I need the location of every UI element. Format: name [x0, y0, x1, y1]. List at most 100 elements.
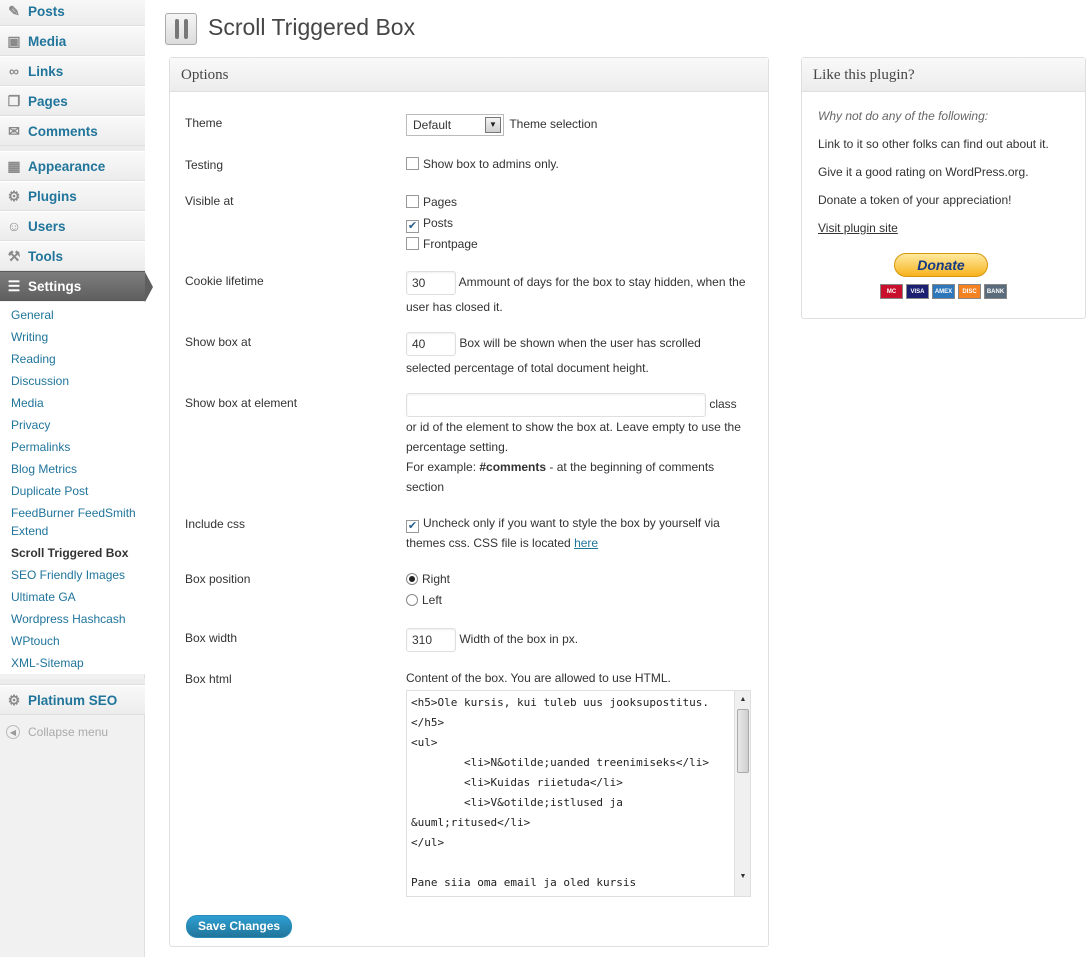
- submenu-xml-sitemap[interactable]: XML-Sitemap: [0, 652, 145, 674]
- submenu-feedburner[interactable]: FeedBurner FeedSmith Extend: [0, 502, 140, 542]
- menu-label: Settings: [28, 278, 82, 294]
- visible-pages-checkbox[interactable]: [406, 195, 419, 208]
- theme-note: Theme selection: [509, 117, 598, 132]
- cookie-note-2: user has closed it.: [406, 299, 503, 314]
- like-item-1: Link to it so other folks can find out a…: [818, 137, 1049, 151]
- submenu-wordpress-hashcash[interactable]: Wordpress Hashcash: [0, 608, 145, 630]
- users-icon: ☺: [6, 218, 22, 234]
- theme-select[interactable]: Default ▼: [406, 114, 504, 136]
- theme-value: Default: [413, 118, 452, 132]
- testing-checkbox[interactable]: [406, 157, 419, 170]
- menu-label: Plugins: [28, 188, 77, 204]
- html-label: Box html: [185, 672, 232, 686]
- include-css-checkbox[interactable]: ✔: [406, 520, 419, 533]
- menu-label: Tools: [28, 248, 63, 264]
- submenu-duplicate-post[interactable]: Duplicate Post: [0, 480, 145, 502]
- position-right-radio[interactable]: [406, 573, 418, 585]
- menu-label: Links: [28, 63, 64, 79]
- submenu-discussion[interactable]: Discussion: [0, 370, 145, 392]
- visible-posts-checkbox[interactable]: ✔: [406, 220, 419, 233]
- menu-label: Platinum SEO: [28, 692, 118, 708]
- element-example-rest: - at the beginning of comments: [546, 459, 715, 474]
- visible-frontpage-checkbox[interactable]: [406, 237, 419, 250]
- element-help-1: or id of the element to show the box at.…: [406, 419, 741, 434]
- show-at-note-2: selected percentage of total document he…: [406, 360, 649, 375]
- position-label: Box position: [185, 572, 251, 586]
- pin-icon: ✎: [8, 2, 20, 19]
- show-at-label: Show box at: [185, 335, 252, 349]
- submenu-wptouch[interactable]: WPtouch: [0, 630, 145, 652]
- menu-users[interactable]: ☺ Users: [0, 211, 145, 241]
- menu-appearance[interactable]: ▦ Appearance: [0, 151, 145, 181]
- submenu-seo-friendly-images[interactable]: SEO Friendly Images: [0, 564, 145, 586]
- collapse-menu[interactable]: ◀ Collapse menu: [0, 720, 145, 744]
- menu-settings[interactable]: ☰ Settings: [0, 271, 153, 302]
- page-title: Scroll Triggered Box: [208, 14, 416, 40]
- submenu-writing[interactable]: Writing: [0, 326, 145, 348]
- box-html-content: <h5>Ole kursis, kui tuleb uus jooksupost…: [411, 696, 710, 889]
- width-note: Width of the box in px.: [459, 632, 579, 646]
- theme-label: Theme: [185, 116, 223, 130]
- include-css-line-1: Uncheck only if you want to style the bo…: [423, 516, 720, 530]
- tools-icon: ⚒: [7, 247, 21, 264]
- submenu-scroll-triggered-box[interactable]: Scroll Triggered Box: [0, 542, 145, 564]
- position-left-label: Left: [422, 593, 443, 607]
- submenu-permalinks[interactable]: Permalinks: [0, 436, 145, 458]
- submenu-blog-metrics[interactable]: Blog Metrics: [0, 458, 145, 480]
- link-icon: ∞: [9, 63, 19, 79]
- plugin-icon: ⚙: [7, 187, 21, 204]
- menu-plugins[interactable]: ⚙ Plugins: [0, 181, 145, 211]
- chevron-down-icon: ▼: [485, 117, 501, 133]
- collapse-icon: ◀: [6, 725, 20, 739]
- menu-label: Media: [28, 33, 67, 49]
- menu-comments[interactable]: ✉ Comments: [0, 116, 145, 146]
- menu-tools[interactable]: ⚒ Tools: [0, 241, 145, 271]
- submenu-privacy[interactable]: Privacy: [0, 414, 145, 436]
- comment-icon: ✉: [8, 122, 20, 139]
- visit-plugin-site-link[interactable]: Visit plugin site: [818, 221, 898, 235]
- scroll-up-icon[interactable]: ▲: [735, 691, 750, 707]
- bank-icon: BANK: [984, 284, 1007, 299]
- donate-button[interactable]: Donate: [894, 253, 988, 277]
- width-input[interactable]: 310: [406, 627, 456, 652]
- like-heading: Like this plugin?: [802, 58, 1085, 92]
- menu-label: Users: [28, 218, 66, 234]
- element-example-end: section: [406, 479, 445, 494]
- collapse-label: Collapse menu: [28, 725, 109, 739]
- box-html-textarea[interactable]: <h5>Ole kursis, kui tuleb uus jooksupost…: [406, 690, 751, 897]
- menu-platinum-seo[interactable]: ⚙ Platinum SEO: [0, 685, 145, 715]
- scroll-down-icon[interactable]: ▼: [735, 868, 750, 884]
- submenu-reading[interactable]: Reading: [0, 348, 145, 370]
- submenu-general[interactable]: General: [0, 304, 145, 326]
- textarea-scrollbar[interactable]: ▲ ▼: [734, 691, 750, 896]
- save-changes-button[interactable]: Save Changes: [186, 915, 293, 938]
- options-heading: Options: [170, 58, 768, 92]
- element-suffix: class: [709, 397, 737, 411]
- submenu-ultimate-ga[interactable]: Ultimate GA: [0, 586, 145, 608]
- scroll-thumb[interactable]: [737, 709, 749, 773]
- like-item-3: Donate a token of your appreciation!: [818, 193, 1012, 207]
- menu-pages[interactable]: ❐ Pages: [0, 86, 145, 116]
- seo-icon: ⚙: [7, 691, 21, 708]
- element-help-2: percentage setting.: [406, 439, 509, 454]
- like-item-2: Give it a good rating on WordPress.org.: [818, 165, 1029, 179]
- visa-icon: VISA: [906, 284, 929, 299]
- submenu-media[interactable]: Media: [0, 392, 145, 414]
- menu-media[interactable]: ▣ Media: [0, 26, 145, 56]
- menu-links[interactable]: ∞ Links: [0, 56, 145, 86]
- css-file-link[interactable]: here: [574, 536, 598, 550]
- position-right-label: Right: [422, 572, 451, 586]
- element-example-code: #comments: [479, 459, 547, 474]
- admin-sidebar: ✎ Posts ▣ Media ∞ Links ❐ Pages ✉ Commen…: [0, 0, 153, 957]
- show-at-input[interactable]: 40: [406, 331, 456, 356]
- like-plugin-panel: Like this plugin? Why not do any of the …: [801, 57, 1086, 319]
- testing-option: Show box to admins only.: [423, 157, 559, 171]
- menu-posts[interactable]: ✎ Posts: [0, 0, 145, 26]
- media-icon: ▣: [7, 32, 21, 49]
- element-input[interactable]: [406, 392, 706, 417]
- position-left-radio[interactable]: [406, 594, 418, 606]
- settings-submenu: General Writing Reading Discussion Media…: [0, 302, 145, 674]
- cookie-input[interactable]: 30: [406, 270, 456, 295]
- pages-icon: ❐: [7, 92, 21, 109]
- settings-page-icon: [165, 13, 197, 45]
